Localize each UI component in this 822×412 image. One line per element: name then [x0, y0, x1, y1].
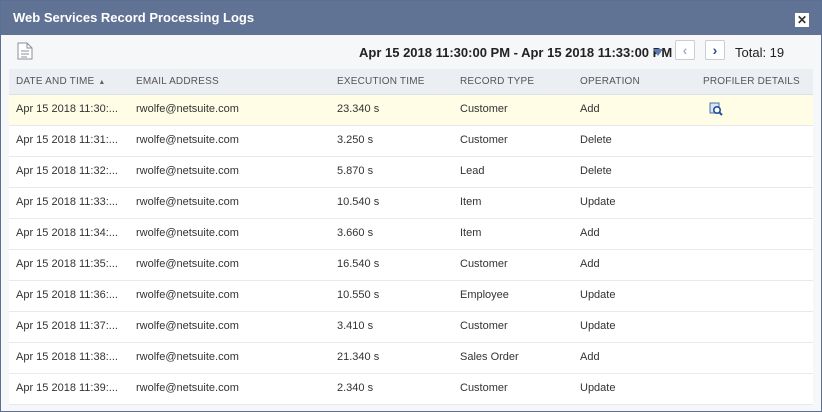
cell-record-type: Customer: [460, 134, 508, 146]
table-row[interactable]: Apr 15 2018 11:32:... rwolfe@netsuite.co…: [9, 157, 813, 188]
header-email-address[interactable]: EMAIL ADDRESS: [136, 76, 219, 87]
cell-date: Apr 15 2018 11:38:...: [16, 351, 118, 363]
cell-operation: Add: [580, 258, 600, 270]
cell-operation: Delete: [580, 165, 612, 177]
cell-operation: Add: [580, 227, 600, 239]
cell-email: rwolfe@netsuite.com: [136, 165, 239, 177]
table-header: DATE AND TIME ▲ EMAIL ADDRESS EXECUTION T…: [9, 69, 813, 95]
cell-record-type: Item: [460, 227, 482, 239]
table-row[interactable]: Apr 15 2018 11:35:... rwolfe@netsuite.co…: [9, 250, 813, 281]
cell-record-type: Customer: [460, 320, 508, 332]
table-row[interactable]: Apr 15 2018 11:33:... rwolfe@netsuite.co…: [9, 188, 813, 219]
cell-operation: Update: [580, 289, 616, 301]
previous-page-button[interactable]: ‹: [675, 40, 695, 60]
table-row[interactable]: Apr 15 2018 11:37:... rwolfe@netsuite.co…: [9, 312, 813, 343]
table-row[interactable]: Apr 15 2018 11:31:... rwolfe@netsuite.co…: [9, 126, 813, 157]
cell-email: rwolfe@netsuite.com: [136, 196, 239, 208]
cell-date: Apr 15 2018 11:36:...: [16, 289, 118, 301]
cell-operation: Update: [580, 196, 616, 208]
cell-date: Apr 15 2018 11:30:...: [16, 103, 118, 115]
cell-date: Apr 15 2018 11:32:...: [16, 165, 118, 177]
cell-operation: Update: [580, 320, 616, 332]
sort-ascending-icon: ▲: [98, 79, 106, 86]
cell-email: rwolfe@netsuite.com: [136, 103, 239, 115]
cell-operation: Update: [580, 382, 616, 394]
logs-table: DATE AND TIME ▲ EMAIL ADDRESS EXECUTION T…: [9, 69, 813, 405]
cell-record-type: Sales Order: [460, 351, 519, 363]
chevron-down-icon[interactable]: [653, 49, 663, 56]
cell-execution-time: 5.870 s: [337, 165, 374, 177]
cell-record-type: Customer: [460, 103, 508, 115]
close-button[interactable]: ✕: [795, 13, 809, 27]
cell-operation: Delete: [580, 134, 612, 146]
cell-date: Apr 15 2018 11:37:...: [16, 320, 118, 332]
cell-email: rwolfe@netsuite.com: [136, 258, 239, 270]
header-execution-time[interactable]: EXECUTION TIME: [337, 76, 425, 87]
header-operation[interactable]: OPERATION: [580, 76, 640, 87]
record-logs-dialog: Web Services Record Processing Logs ✕ Ap…: [0, 0, 822, 412]
cell-date: Apr 15 2018 11:35:...: [16, 258, 118, 270]
next-page-button[interactable]: ›: [705, 40, 725, 60]
profiler-magnifier-icon[interactable]: [709, 102, 723, 116]
cell-email: rwolfe@netsuite.com: [136, 320, 239, 332]
cell-execution-time: 10.540 s: [337, 196, 380, 208]
cell-execution-time: 23.340 s: [337, 103, 380, 115]
table-row[interactable]: Apr 15 2018 11:34:... rwolfe@netsuite.co…: [9, 219, 813, 250]
header-profiler-details[interactable]: PROFILER DETAILS: [703, 76, 800, 87]
date-range-selector[interactable]: Apr 15 2018 11:30:00 PM - Apr 15 2018 11…: [359, 45, 672, 60]
cell-date: Apr 15 2018 11:33:...: [16, 196, 118, 208]
table-row[interactable]: Apr 15 2018 11:36:... rwolfe@netsuite.co…: [9, 281, 813, 312]
dialog-title: Web Services Record Processing Logs: [13, 10, 255, 25]
cell-email: rwolfe@netsuite.com: [136, 227, 239, 239]
table-row[interactable]: Apr 15 2018 11:39:... rwolfe@netsuite.co…: [9, 374, 813, 405]
table-row[interactable]: Apr 15 2018 11:30:... rwolfe@netsuite.co…: [9, 95, 813, 126]
cell-record-type: Employee: [460, 289, 509, 301]
cell-execution-time: 3.660 s: [337, 227, 374, 239]
cell-record-type: Customer: [460, 258, 508, 270]
toolbar: Apr 15 2018 11:30:00 PM - Apr 15 2018 11…: [1, 35, 821, 69]
document-icon[interactable]: [17, 42, 33, 60]
cell-record-type: Item: [460, 196, 482, 208]
cell-email: rwolfe@netsuite.com: [136, 351, 239, 363]
cell-execution-time: 2.340 s: [337, 382, 374, 394]
cell-email: rwolfe@netsuite.com: [136, 382, 239, 394]
cell-execution-time: 16.540 s: [337, 258, 380, 270]
table-row[interactable]: Apr 15 2018 11:38:... rwolfe@netsuite.co…: [9, 343, 813, 374]
cell-execution-time: 3.250 s: [337, 134, 374, 146]
cell-email: rwolfe@netsuite.com: [136, 289, 239, 301]
dialog-titlebar: Web Services Record Processing Logs ✕: [1, 1, 821, 35]
cell-record-type: Customer: [460, 382, 508, 394]
cell-execution-time: 10.550 s: [337, 289, 380, 301]
cell-date: Apr 15 2018 11:31:...: [16, 134, 118, 146]
total-count: Total: 19: [735, 45, 785, 60]
cell-date: Apr 15 2018 11:34:...: [16, 227, 118, 239]
profiler-details-cell: [709, 102, 723, 119]
cell-execution-time: 3.410 s: [337, 320, 374, 332]
header-date-and-time[interactable]: DATE AND TIME ▲: [16, 76, 106, 87]
cell-operation: Add: [580, 103, 600, 115]
header-record-type[interactable]: RECORD TYPE: [460, 76, 534, 87]
cell-operation: Add: [580, 351, 600, 363]
cell-date: Apr 15 2018 11:39:...: [16, 382, 118, 394]
cell-record-type: Lead: [460, 165, 485, 177]
cell-email: rwolfe@netsuite.com: [136, 134, 239, 146]
cell-execution-time: 21.340 s: [337, 351, 380, 363]
